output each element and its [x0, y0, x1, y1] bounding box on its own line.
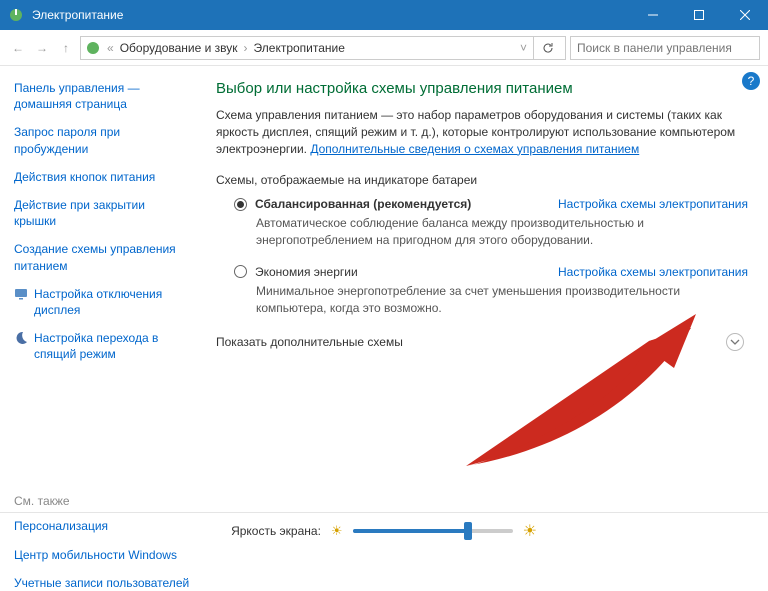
show-additional-label: Показать дополнительные схемы [216, 335, 726, 349]
sidebar: Панель управления — домашняя страница За… [0, 66, 196, 512]
see-also-item[interactable]: Учетные записи пользователей [14, 575, 190, 591]
see-also-item[interactable]: Персонализация [14, 518, 190, 534]
sidebar-item[interactable]: Настройка перехода в спящий режим [34, 330, 190, 362]
dropdown-chevron-icon[interactable]: ˅ [520, 41, 527, 55]
sidebar-item[interactable]: Создание схемы управления питанием [14, 241, 190, 273]
forward-button[interactable]: → [32, 38, 52, 58]
power-plan: Экономия энергии Настройка схемы электро… [234, 265, 748, 317]
content: ? Выбор или настройка схемы управления п… [196, 66, 768, 512]
breadcrumb-seg2[interactable]: Электропитание [254, 41, 345, 55]
back-button[interactable]: ← [8, 38, 28, 58]
see-also-label: См. также [14, 494, 190, 508]
show-additional-row: Показать дополнительные схемы [216, 333, 748, 351]
brightness-slider[interactable] [353, 529, 513, 533]
intro-link[interactable]: Дополнительные сведения о схемах управле… [310, 142, 639, 156]
expand-button[interactable] [726, 333, 744, 351]
search-input[interactable] [570, 36, 760, 60]
plan-description: Автоматическое соблюдение баланса между … [256, 215, 748, 249]
sidebar-item[interactable]: Настройка отключения дисплея [34, 286, 190, 318]
plan-description: Минимальное энергопотребление за счет ум… [256, 283, 748, 317]
breadcrumb-chevron-icon: › [244, 41, 248, 55]
breadcrumb-chevron-icon: « [107, 41, 114, 55]
sun-bright-icon: ☀ [523, 521, 537, 541]
close-button[interactable] [722, 0, 768, 30]
sun-dim-icon: ☀ [331, 523, 343, 539]
plan-name[interactable]: Экономия энергии [255, 265, 358, 279]
breadcrumb-seg1[interactable]: Оборудование и звук [120, 41, 238, 55]
sidebar-item[interactable]: Действие при закрытии крышки [14, 197, 190, 229]
page-title: Выбор или настройка схемы управления пит… [216, 80, 748, 97]
toolbar: ← → ↑ « Оборудование и звук › Электропит… [0, 30, 768, 66]
display-icon [14, 287, 28, 301]
plan-settings-link[interactable]: Настройка схемы электропитания [558, 197, 748, 211]
moon-icon [14, 331, 28, 345]
power-plan: Сбалансированная (рекомендуется) Настрой… [234, 197, 748, 249]
plan-name[interactable]: Сбалансированная (рекомендуется) [255, 197, 471, 211]
intro-text: Схема управления питанием — это набор па… [216, 107, 748, 157]
power-icon [8, 7, 24, 23]
plan-radio[interactable] [234, 265, 247, 278]
section-label: Схемы, отображаемые на индикаторе батаре… [216, 173, 748, 187]
plan-settings-link[interactable]: Настройка схемы электропитания [558, 265, 748, 279]
chevron-down-icon [730, 337, 740, 347]
annotation-arrow [436, 296, 726, 476]
control-panel-icon [85, 40, 101, 56]
window-title: Электропитание [32, 8, 630, 22]
up-button[interactable]: ↑ [56, 38, 76, 58]
minimize-button[interactable] [630, 0, 676, 30]
plan-radio[interactable] [234, 198, 247, 211]
refresh-button[interactable] [533, 36, 561, 60]
address-bar[interactable]: « Оборудование и звук › Электропитание ˅ [80, 36, 566, 60]
sidebar-item[interactable]: Действия кнопок питания [14, 169, 190, 185]
sidebar-item[interactable]: Запрос пароля при пробуждении [14, 124, 190, 156]
help-button[interactable]: ? [742, 72, 760, 90]
title-bar: Электропитание [0, 0, 768, 30]
see-also-item[interactable]: Центр мобильности Windows [14, 547, 190, 563]
sidebar-home[interactable]: Панель управления — домашняя страница [14, 80, 190, 112]
maximize-button[interactable] [676, 0, 722, 30]
brightness-label: Яркость экрана: [231, 524, 321, 538]
